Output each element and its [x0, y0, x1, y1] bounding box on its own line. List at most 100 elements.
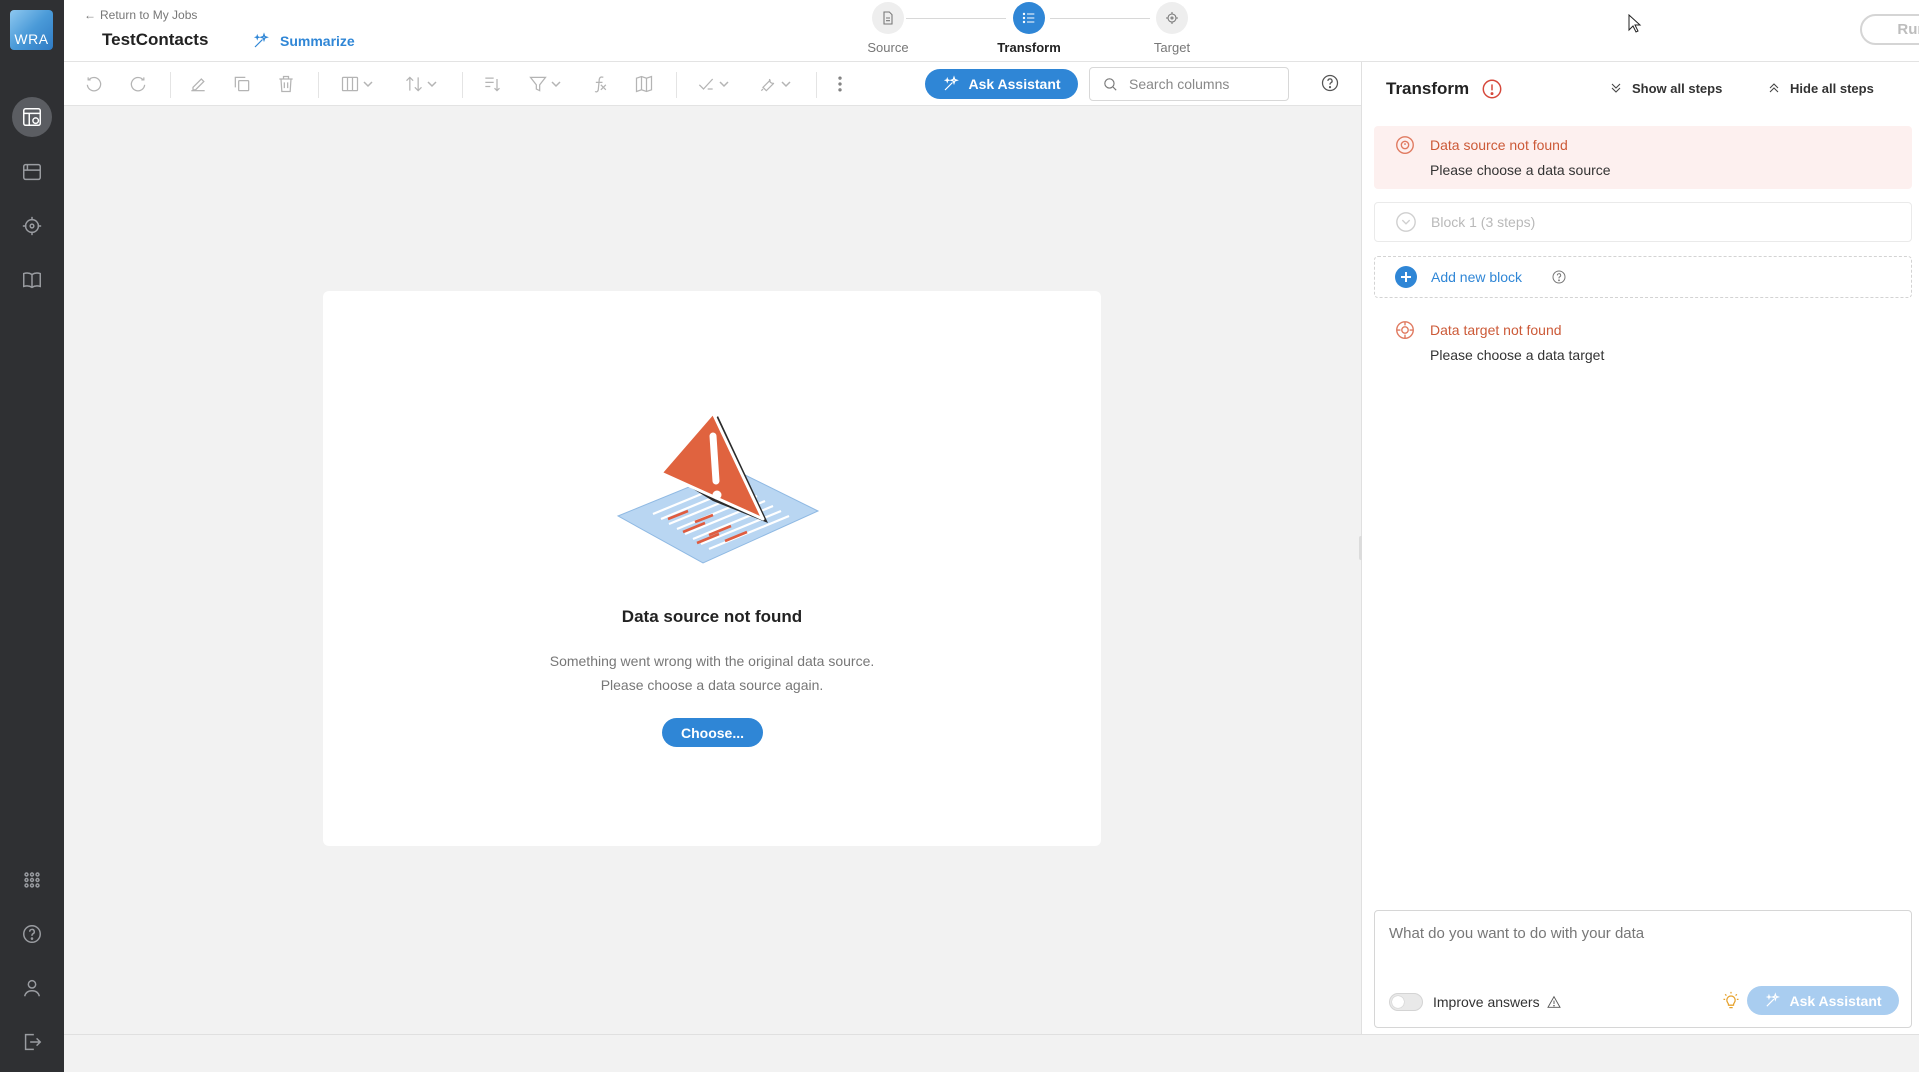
chevron-down-icon: [551, 81, 561, 88]
tools-icon: [760, 78, 775, 92]
assistant-prompt-input[interactable]: [1389, 925, 1889, 965]
hide-all-steps-label: Hide all steps: [1790, 80, 1874, 96]
ask-assistant-button[interactable]: Ask Assistant: [925, 69, 1078, 99]
edit-icon: [191, 78, 205, 92]
rail-logout-button[interactable]: [12, 1022, 52, 1062]
show-all-steps-label: Show all steps: [1632, 80, 1723, 96]
grid-icon: [24, 872, 40, 888]
rail-help-button[interactable]: [12, 914, 52, 954]
validate-menu[interactable]: [696, 72, 730, 96]
rail-jobs-button[interactable]: [12, 97, 52, 137]
lightbulb-icon: [1723, 991, 1739, 1009]
copy-icon: [234, 76, 250, 92]
rail-targets-button[interactable]: [12, 206, 52, 246]
columns-menu[interactable]: [340, 72, 374, 96]
sparkle-icon: [253, 32, 269, 48]
step-transform[interactable]: Transform: [979, 2, 1079, 55]
step-source-label: Source: [867, 40, 909, 55]
document-icon: [883, 11, 893, 25]
summarize-button[interactable]: Summarize: [252, 32, 355, 50]
step-source[interactable]: Source: [838, 2, 938, 55]
map-icon: [635, 75, 653, 93]
sort-icon: [406, 76, 422, 92]
error-circle-icon: [1482, 79, 1502, 99]
search-columns-box[interactable]: [1089, 67, 1289, 101]
rail-profile-button[interactable]: [12, 968, 52, 1008]
copy-button[interactable]: [232, 72, 252, 96]
validate-icon: [698, 78, 714, 90]
tips-button[interactable]: [1721, 991, 1741, 1016]
block-1-row[interactable]: Block 1 (3 steps): [1374, 202, 1912, 242]
add-new-block-label: Add new block: [1431, 269, 1523, 285]
crosshair-icon: [1166, 12, 1178, 24]
status-strip: [64, 1034, 1919, 1072]
source-alert-subtitle: Please choose a data source: [1430, 162, 1611, 178]
toolbar-help-button[interactable]: [1320, 73, 1340, 98]
warning-icon: [1546, 995, 1561, 1008]
rail-docs-button[interactable]: [12, 260, 52, 300]
crosshair-icon: [22, 216, 42, 236]
toolbar-divider: [816, 72, 817, 98]
columns-icon: [341, 76, 359, 92]
map-button[interactable]: [634, 72, 654, 96]
step-transform-label: Transform: [997, 40, 1061, 55]
arrow-left-icon: ←: [84, 8, 96, 22]
job-title: TestContacts: [102, 30, 209, 49]
add-block-help-button[interactable]: [1551, 269, 1567, 290]
toolbar-divider: [462, 72, 463, 98]
choose-source-button[interactable]: Choose...: [662, 718, 763, 747]
target-alert-subtitle: Please choose a data target: [1430, 347, 1605, 363]
source-alert-title: Data source not found: [1430, 137, 1568, 153]
improve-answers-toggle[interactable]: [1389, 993, 1423, 1011]
hide-all-steps-button[interactable]: Hide all steps: [1766, 80, 1874, 96]
delete-icon: [279, 75, 293, 93]
sort-menu[interactable]: [404, 72, 438, 96]
mouse-cursor-icon: [1628, 14, 1642, 33]
target-alert[interactable]: Data target not found Please choose a da…: [1374, 309, 1912, 369]
split-button[interactable]: [482, 72, 502, 96]
chevrons-down-icon: [1611, 83, 1621, 93]
error-message-line-2: Please choose a data source again.: [600, 677, 824, 693]
tools-menu[interactable]: [758, 72, 792, 96]
source-alert[interactable]: Data source not found Please choose a da…: [1374, 126, 1912, 189]
logout-icon: [24, 1033, 42, 1051]
more-button[interactable]: [830, 72, 850, 96]
filter-menu[interactable]: [528, 72, 562, 96]
left-rail: WRA: [0, 0, 64, 1072]
panel-title: Transform: [1386, 79, 1470, 98]
composer-ask-assistant-button[interactable]: Ask Assistant: [1747, 986, 1899, 1015]
add-new-block-button[interactable]: Add new block: [1374, 256, 1912, 298]
list-icon: [1022, 12, 1035, 24]
step-target[interactable]: Target: [1122, 2, 1222, 55]
improve-answers-label: Improve answers: [1433, 994, 1540, 1010]
transform-panel: Transform Show all steps Hide all steps …: [1362, 62, 1919, 1034]
job-stepper: Source Transform Target: [824, 2, 1224, 58]
summarize-label: Summarize: [280, 33, 355, 49]
logo-text: WRA: [14, 31, 49, 47]
split-icon: [485, 77, 500, 92]
run-button[interactable]: Run: [1860, 14, 1919, 45]
delete-button[interactable]: [276, 72, 296, 96]
app-logo[interactable]: WRA: [10, 10, 53, 50]
formula-button[interactable]: [590, 72, 610, 96]
return-link-label: Return to My Jobs: [100, 8, 198, 22]
redo-button[interactable]: [128, 72, 148, 96]
rail-sources-button[interactable]: [12, 152, 52, 192]
search-icon: [1104, 77, 1117, 91]
chevrons-up-icon: [1769, 83, 1779, 93]
chevron-down-icon: [719, 81, 729, 88]
search-columns-input[interactable]: [1129, 76, 1279, 92]
ask-assistant-label: Ask Assistant: [968, 76, 1061, 92]
filter-icon: [529, 76, 547, 92]
data-canvas: Data source not found Something went wro…: [64, 106, 1361, 1034]
error-title: Data source not found: [621, 607, 803, 626]
show-all-steps-button[interactable]: Show all steps: [1608, 80, 1722, 96]
edit-button[interactable]: [188, 72, 208, 96]
help-icon: [1552, 270, 1566, 284]
undo-icon: [86, 76, 102, 92]
undo-button[interactable]: [84, 72, 104, 96]
error-card: Data source not found Something went wro…: [323, 291, 1101, 846]
rail-apps-button[interactable]: [12, 860, 52, 900]
return-link[interactable]: ← Return to My Jobs: [84, 8, 197, 22]
book-icon: [23, 272, 41, 289]
